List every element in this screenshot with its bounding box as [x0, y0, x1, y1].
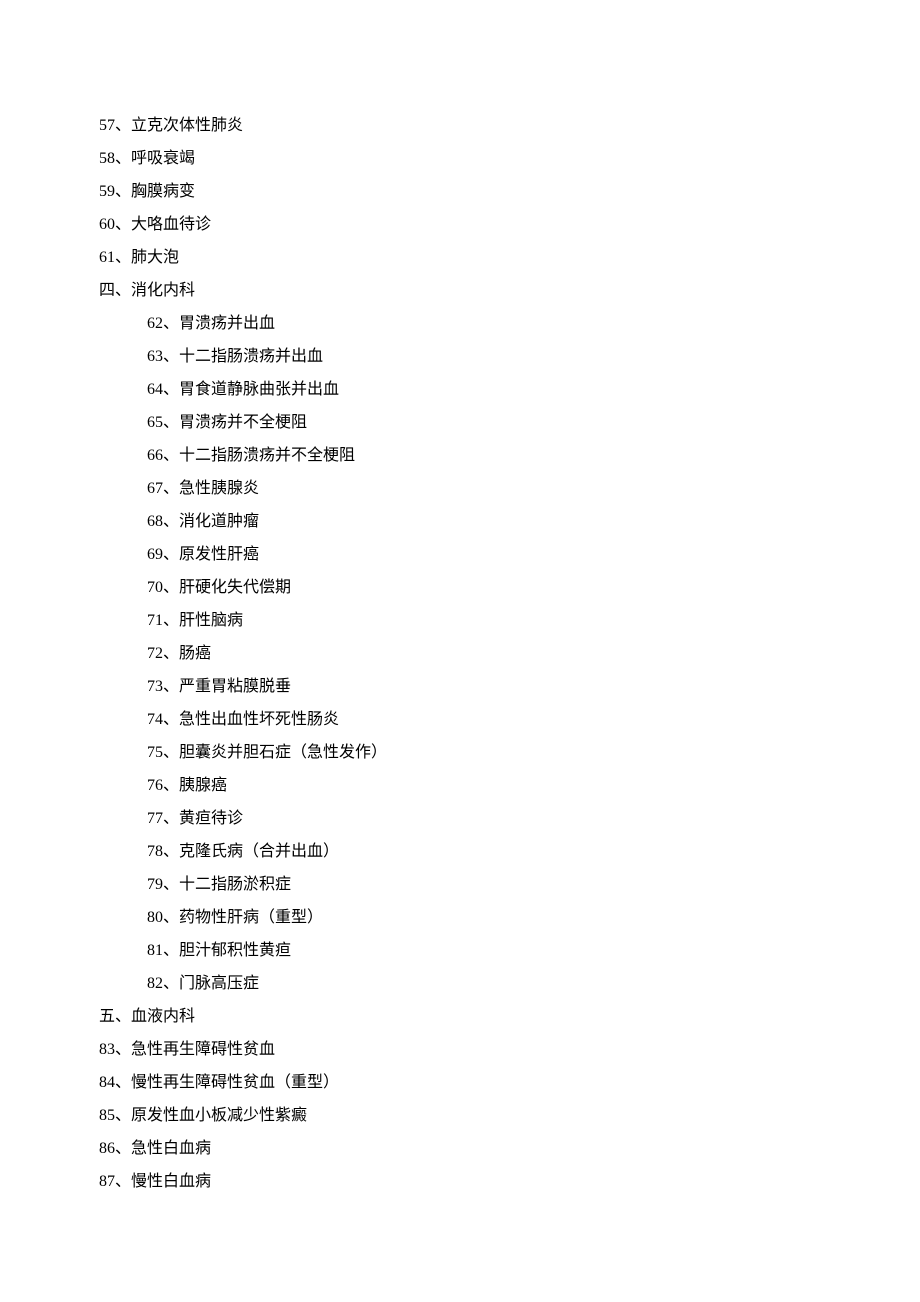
list-item: 65、胃溃疡并不全梗阻 — [99, 415, 920, 431]
list-item: 76、胰腺癌 — [99, 778, 920, 794]
list-item: 84、慢性再生障碍性贫血（重型） — [99, 1075, 920, 1091]
list-item: 62、胃溃疡并出血 — [99, 316, 920, 332]
list-item: 86、急性白血病 — [99, 1141, 920, 1157]
list-item: 59、胸膜病变 — [99, 184, 920, 200]
list-item: 78、克隆氏病（合并出血） — [99, 844, 920, 860]
list-item: 69、原发性肝癌 — [99, 547, 920, 563]
document-content: 57、立克次体性肺炎 58、呼吸衰竭 59、胸膜病变 60、大咯血待诊 61、肺大泡四、… — [99, 118, 920, 1190]
list-item: 85、原发性血小板减少性紫癜 — [99, 1108, 920, 1124]
list-item: 83、急性再生障碍性贫血 — [99, 1042, 920, 1058]
list-item: 71、肝性脑病 — [99, 613, 920, 629]
list-item: 81、胆汁郁积性黄疸 — [99, 943, 920, 959]
list-item: 四、消化内科 — [99, 283, 920, 299]
list-item: 79、十二指肠淤积症 — [99, 877, 920, 893]
list-item: 87、慢性白血病 — [99, 1174, 920, 1190]
list-item: 73、严重胃粘膜脱垂 — [99, 679, 920, 695]
list-item: 61、肺大泡 — [99, 250, 920, 266]
list-item: 82、门脉高压症 — [99, 976, 920, 992]
list-item: 68、消化道肿瘤 — [99, 514, 920, 530]
list-item: 66、十二指肠溃疡并不全梗阻 — [99, 448, 920, 464]
list-item: 67、急性胰腺炎 — [99, 481, 920, 497]
list-item: 75、胆囊炎并胆石症（急性发作） — [99, 745, 920, 761]
list-item: 77、黄疸待诊 — [99, 811, 920, 827]
list-item: 57、立克次体性肺炎 — [99, 118, 920, 134]
list-item: 60、大咯血待诊 — [99, 217, 920, 233]
list-item: 58、呼吸衰竭 — [99, 151, 920, 167]
list-item: 五、血液内科 — [99, 1009, 920, 1025]
list-item: 72、肠癌 — [99, 646, 920, 662]
list-item: 80、药物性肝病（重型） — [99, 910, 920, 926]
list-item: 63、十二指肠溃疡并出血 — [99, 349, 920, 365]
list-item: 74、急性出血性坏死性肠炎 — [99, 712, 920, 728]
list-item: 64、胃食道静脉曲张并出血 — [99, 382, 920, 398]
list-item: 70、肝硬化失代偿期 — [99, 580, 920, 596]
